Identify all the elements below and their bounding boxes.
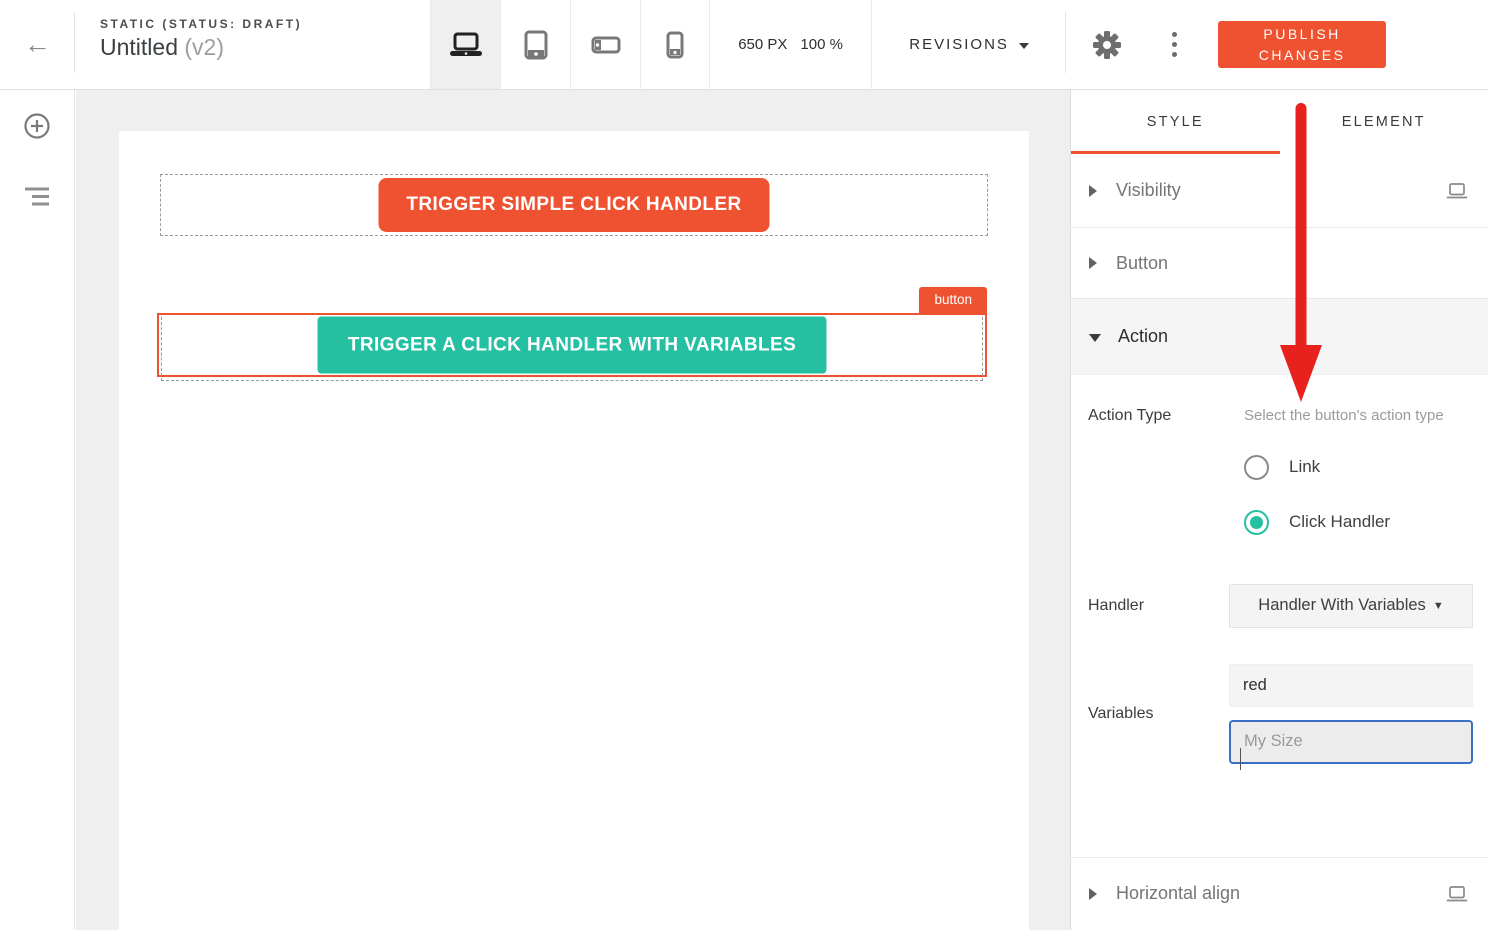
action-type-label: Action Type: [1088, 405, 1229, 535]
page-title: Untitled (v2): [100, 34, 302, 61]
variable-input-1[interactable]: [1229, 664, 1473, 707]
gear-icon: [1092, 30, 1122, 60]
add-element-button[interactable]: [23, 112, 51, 145]
laptop-icon: [448, 32, 484, 58]
radio-link[interactable]: [1244, 455, 1269, 480]
viewport-size-indicator: 650 PX 100 %: [710, 0, 872, 89]
radio-row-click-handler[interactable]: Click Handler: [1229, 510, 1473, 535]
phone-landscape-icon: [591, 36, 621, 54]
device-tablet-button[interactable]: [500, 0, 570, 89]
section-action[interactable]: Action: [1071, 298, 1488, 375]
phone-portrait-icon: [666, 31, 684, 59]
chevron-right-icon: [1089, 888, 1097, 900]
more-options-button[interactable]: [1148, 0, 1200, 89]
revisions-label: REVISIONS: [909, 36, 1009, 53]
device-phone-portrait-button[interactable]: [640, 0, 710, 89]
inspector-tabs: STYLE ELEMENT: [1071, 90, 1488, 154]
document-title-block: STATIC (STATUS: DRAFT) Untitled (v2): [75, 0, 302, 89]
action-settings: Action Type Select the button's action t…: [1071, 375, 1488, 857]
handler-label: Handler: [1088, 597, 1229, 615]
chevron-right-icon: [1089, 257, 1097, 269]
settings-button[interactable]: [1066, 0, 1148, 89]
left-toolbar: [0, 90, 75, 930]
editor-canvas: TRIGGER SIMPLE CLICK HANDLER button TRIG…: [76, 90, 1070, 930]
publish-changes-button[interactable]: PUBLISH CHANGES: [1218, 21, 1386, 68]
section-horizontal-align[interactable]: Horizontal align: [1071, 857, 1488, 929]
layers-tree-icon: [24, 185, 50, 207]
chevron-down-icon: [1019, 43, 1029, 49]
text-caret: [1240, 748, 1241, 770]
selection-tag: button: [919, 287, 987, 313]
document-status: STATIC (STATUS: DRAFT): [100, 17, 302, 31]
chevron-down-icon: [1089, 334, 1101, 342]
selected-button-container[interactable]: button TRIGGER A CLICK HANDLER WITH VARI…: [157, 313, 987, 377]
zoom-level-label: 100 %: [800, 36, 843, 53]
top-toolbar: ← STATIC (STATUS: DRAFT) Untitled (v2): [0, 0, 1488, 90]
inspector-panel: STYLE ELEMENT Visibility Button Action A…: [1070, 90, 1488, 930]
handler-select[interactable]: Handler With Variables ▼: [1229, 584, 1473, 628]
monitor-icon[interactable]: [1446, 183, 1468, 199]
radio-row-link[interactable]: Link: [1229, 455, 1473, 480]
simple-click-handler-button[interactable]: TRIGGER SIMPLE CLICK HANDLER: [379, 178, 770, 232]
viewport-width-label: 650 PX: [738, 36, 787, 53]
tab-element[interactable]: ELEMENT: [1280, 90, 1488, 154]
radio-click-handler[interactable]: [1244, 510, 1269, 535]
add-element-icon: [23, 112, 51, 140]
back-button[interactable]: ←: [0, 0, 75, 89]
dropdown-caret-icon: ▼: [1433, 600, 1444, 612]
variables-label: Variables: [1088, 705, 1229, 723]
kebab-menu-icon: [1172, 32, 1177, 37]
monitor-icon[interactable]: [1446, 886, 1468, 902]
variable-input-2[interactable]: [1229, 720, 1473, 764]
page-preview: TRIGGER SIMPLE CLICK HANDLER button TRIG…: [119, 131, 1029, 930]
version-label: (v2): [184, 34, 224, 60]
tab-style[interactable]: STYLE: [1071, 90, 1280, 154]
button-container-1[interactable]: TRIGGER SIMPLE CLICK HANDLER: [160, 174, 988, 236]
tablet-icon: [524, 30, 548, 60]
device-desktop-button[interactable]: [430, 0, 500, 89]
revisions-menu[interactable]: REVISIONS: [872, 0, 1066, 89]
section-visibility[interactable]: Visibility: [1071, 154, 1488, 228]
device-phone-landscape-button[interactable]: [570, 0, 640, 89]
device-preview-switcher: [430, 0, 710, 89]
back-arrow-icon: ←: [24, 31, 51, 58]
action-type-help: Select the button's action type: [1229, 405, 1464, 428]
section-button[interactable]: Button: [1071, 228, 1488, 298]
layers-tree-button[interactable]: [24, 185, 50, 212]
click-handler-with-variables-button[interactable]: TRIGGER A CLICK HANDLER WITH VARIABLES: [318, 317, 827, 374]
chevron-right-icon: [1089, 185, 1097, 197]
